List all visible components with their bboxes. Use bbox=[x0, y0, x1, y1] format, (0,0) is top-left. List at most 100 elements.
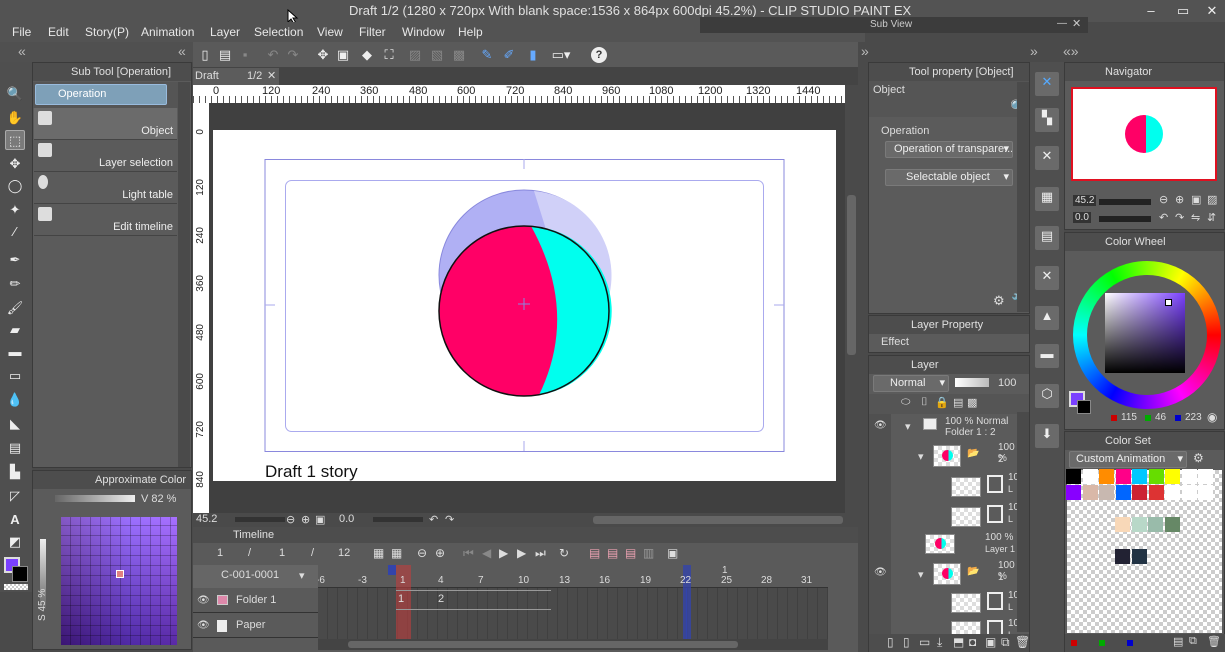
color-swatch[interactable] bbox=[1066, 485, 1081, 500]
menu-window[interactable]: Window bbox=[402, 25, 445, 39]
menu-story[interactable]: Story(P) bbox=[85, 25, 129, 39]
layer-lock-icon[interactable]: 🔒 bbox=[935, 396, 949, 409]
open-file-icon[interactable]: ▤ bbox=[215, 45, 235, 65]
track-paper[interactable]: 👁 Paper bbox=[193, 613, 318, 638]
maximize-button[interactable]: ▭ bbox=[1172, 2, 1194, 20]
layer-ref-icon[interactable]: ▤ bbox=[953, 396, 963, 409]
color-swatch[interactable] bbox=[1082, 469, 1098, 484]
move-layer-tool-icon[interactable]: ✥ bbox=[5, 154, 25, 174]
operation-dropdown[interactable]: Operation of transpare... ▾ bbox=[885, 141, 1013, 158]
loop-icon[interactable]: ↻ bbox=[559, 546, 569, 560]
menu-help[interactable]: Help bbox=[458, 25, 483, 39]
visibility-eye-icon[interactable]: 👁 bbox=[197, 588, 210, 613]
combine-icon[interactable]: ⬒ bbox=[953, 635, 964, 649]
visibility-eye-icon[interactable]: 👁 bbox=[197, 613, 210, 638]
wheel-sub-color[interactable] bbox=[1077, 400, 1091, 414]
mask-add-icon[interactable]: ◘ bbox=[969, 635, 976, 649]
layer-palette-icon[interactable]: ▩ bbox=[967, 396, 977, 409]
color-swatch[interactable] bbox=[1148, 517, 1163, 532]
eraser-icon[interactable]: ▮ bbox=[523, 45, 543, 65]
collapse-left-icon[interactable]: « bbox=[18, 43, 26, 59]
new-raster-layer-icon[interactable]: ▯ bbox=[887, 635, 894, 649]
undo-icon[interactable]: ↶ bbox=[263, 45, 283, 65]
transparent-color-swatch[interactable] bbox=[4, 584, 28, 590]
material-body-icon[interactable]: ⬡ bbox=[1035, 384, 1059, 408]
new-timeline-icon[interactable]: ▦ bbox=[373, 546, 384, 560]
brush-icon[interactable]: ✐ bbox=[499, 45, 519, 65]
color-set-settings-icon[interactable]: ⚙ bbox=[1193, 451, 1204, 465]
canvas-drawing[interactable] bbox=[209, 103, 845, 513]
decoration-tool-icon[interactable]: ▬ bbox=[5, 342, 25, 362]
layer-eye-icon[interactable]: 👁 bbox=[874, 567, 887, 578]
transform-icon[interactable]: ✥ bbox=[313, 45, 333, 65]
nav-rotate-right-icon[interactable]: ↷ bbox=[1175, 211, 1184, 224]
cel-label[interactable]: 2 bbox=[438, 593, 444, 605]
timeline-zoom-in-icon[interactable]: ⊕ bbox=[435, 546, 445, 560]
menu-file[interactable]: File bbox=[12, 25, 31, 39]
close-button[interactable]: ✕ bbox=[1201, 2, 1223, 20]
material-3d-icon[interactable]: ▬ bbox=[1035, 344, 1059, 368]
layer-row-sub-3[interactable]: 100 L bbox=[947, 590, 1025, 618]
canvas-vscroll[interactable] bbox=[845, 85, 858, 513]
pen-tool-icon[interactable]: ✒ bbox=[5, 250, 25, 270]
subtool-item-layer-selection[interactable]: Layer selection bbox=[34, 140, 177, 172]
menu-animation[interactable]: Animation bbox=[141, 25, 194, 39]
canvas-area[interactable]: Draft 1 story bbox=[209, 103, 845, 513]
timeline-grid[interactable]: -6 -3 1 4 7 10 13 16 19 22 25 28 31 1 1 … bbox=[318, 565, 828, 650]
balloon-tool-icon[interactable]: ◩ bbox=[5, 532, 25, 552]
sub-view-toggle-icon[interactable]: ▚ bbox=[1035, 108, 1059, 132]
cut-selector[interactable]: C-001-0001 ▾ bbox=[193, 565, 318, 588]
expand-panel-icon[interactable]: » bbox=[861, 43, 869, 59]
tool-property-scrollbar[interactable] bbox=[1017, 82, 1029, 312]
minimize-button[interactable]: – bbox=[1140, 2, 1162, 20]
expand-right-icon[interactable]: «» bbox=[1063, 43, 1079, 59]
menu-selection[interactable]: Selection bbox=[254, 25, 303, 39]
color-swatch[interactable] bbox=[1165, 469, 1180, 484]
color-set-replace-icon[interactable]: ⧉ bbox=[1189, 635, 1197, 648]
material-image-icon[interactable]: ▲ bbox=[1035, 306, 1059, 330]
selectable-object-dropdown[interactable]: Selectable object ▾ bbox=[885, 169, 1013, 186]
layer-row-folder-1[interactable]: ▾ 100 % Normal Folder 1 : 2 bbox=[905, 416, 1025, 442]
layer-row-layer-1[interactable]: 100 % Layer 1 bbox=[921, 532, 1025, 560]
selection-icon[interactable]: ▨ bbox=[405, 45, 425, 65]
color-swatch[interactable] bbox=[1198, 469, 1213, 484]
navigator-zoom-slider[interactable] bbox=[1099, 199, 1151, 205]
timeline-zoom-out-icon[interactable]: ⊖ bbox=[417, 546, 427, 560]
navigator-toggle-icon[interactable]: ✕ bbox=[1035, 72, 1059, 96]
menu-edit[interactable]: Edit bbox=[48, 25, 69, 39]
folder-expand-icon[interactable]: ▾ bbox=[905, 420, 911, 433]
color-swatch[interactable] bbox=[1148, 485, 1164, 500]
play-icon[interactable]: ▶ bbox=[499, 546, 508, 560]
sub-color-swatch[interactable] bbox=[12, 566, 28, 582]
first-frame-icon[interactable]: ⏮ bbox=[463, 546, 474, 561]
light-table-toggle-icon[interactable]: ▤ bbox=[607, 546, 618, 560]
new-vector-layer-icon[interactable]: ▯ bbox=[903, 635, 910, 649]
folder-expand-icon[interactable]: ▾ bbox=[918, 450, 924, 463]
layer-more-icon[interactable]: ⧉ bbox=[1001, 635, 1010, 650]
color-swatch[interactable] bbox=[1131, 517, 1147, 532]
start-marker[interactable] bbox=[388, 565, 396, 575]
text-tool-icon[interactable]: A bbox=[5, 510, 25, 530]
help-icon[interactable]: ? bbox=[591, 47, 607, 63]
collapse-panel-icon[interactable]: » bbox=[1030, 43, 1038, 59]
layer-eye-icon[interactable]: 👁 bbox=[874, 420, 887, 431]
subtool-item-light-table[interactable]: Light table bbox=[34, 172, 177, 204]
timeline-options-icon[interactable]: ▣ bbox=[667, 546, 678, 560]
rotate-right-icon[interactable]: ↷ bbox=[445, 513, 454, 526]
gradient-tool-icon[interactable]: ▤ bbox=[5, 438, 25, 458]
sub-view-close-icon[interactable]: ✕ bbox=[1072, 17, 1081, 30]
opacity-value[interactable]: 100 bbox=[998, 377, 1016, 389]
color-set-dropdown[interactable]: Custom Animation ▾ bbox=[1069, 451, 1187, 468]
layer-mask-icon[interactable]: ⬭ bbox=[901, 396, 910, 409]
auto-select-tool-icon[interactable]: ✦ bbox=[5, 200, 25, 220]
canvas-vscroll-thumb[interactable] bbox=[847, 195, 856, 355]
frame-tool-icon[interactable]: ◸ bbox=[5, 486, 25, 506]
cel-icon[interactable]: ▤ bbox=[625, 546, 636, 560]
fit-icon[interactable]: ▣ bbox=[315, 513, 325, 526]
opacity-slider[interactable] bbox=[955, 378, 989, 387]
crop-icon[interactable]: ⛶ bbox=[379, 45, 399, 65]
onion-skin-icon[interactable]: ▤ bbox=[589, 546, 600, 560]
zoom-slider[interactable] bbox=[235, 517, 285, 522]
collapse-right-icon[interactable]: « bbox=[178, 43, 186, 59]
nav-rotate-left-icon[interactable]: ↶ bbox=[1159, 211, 1168, 224]
